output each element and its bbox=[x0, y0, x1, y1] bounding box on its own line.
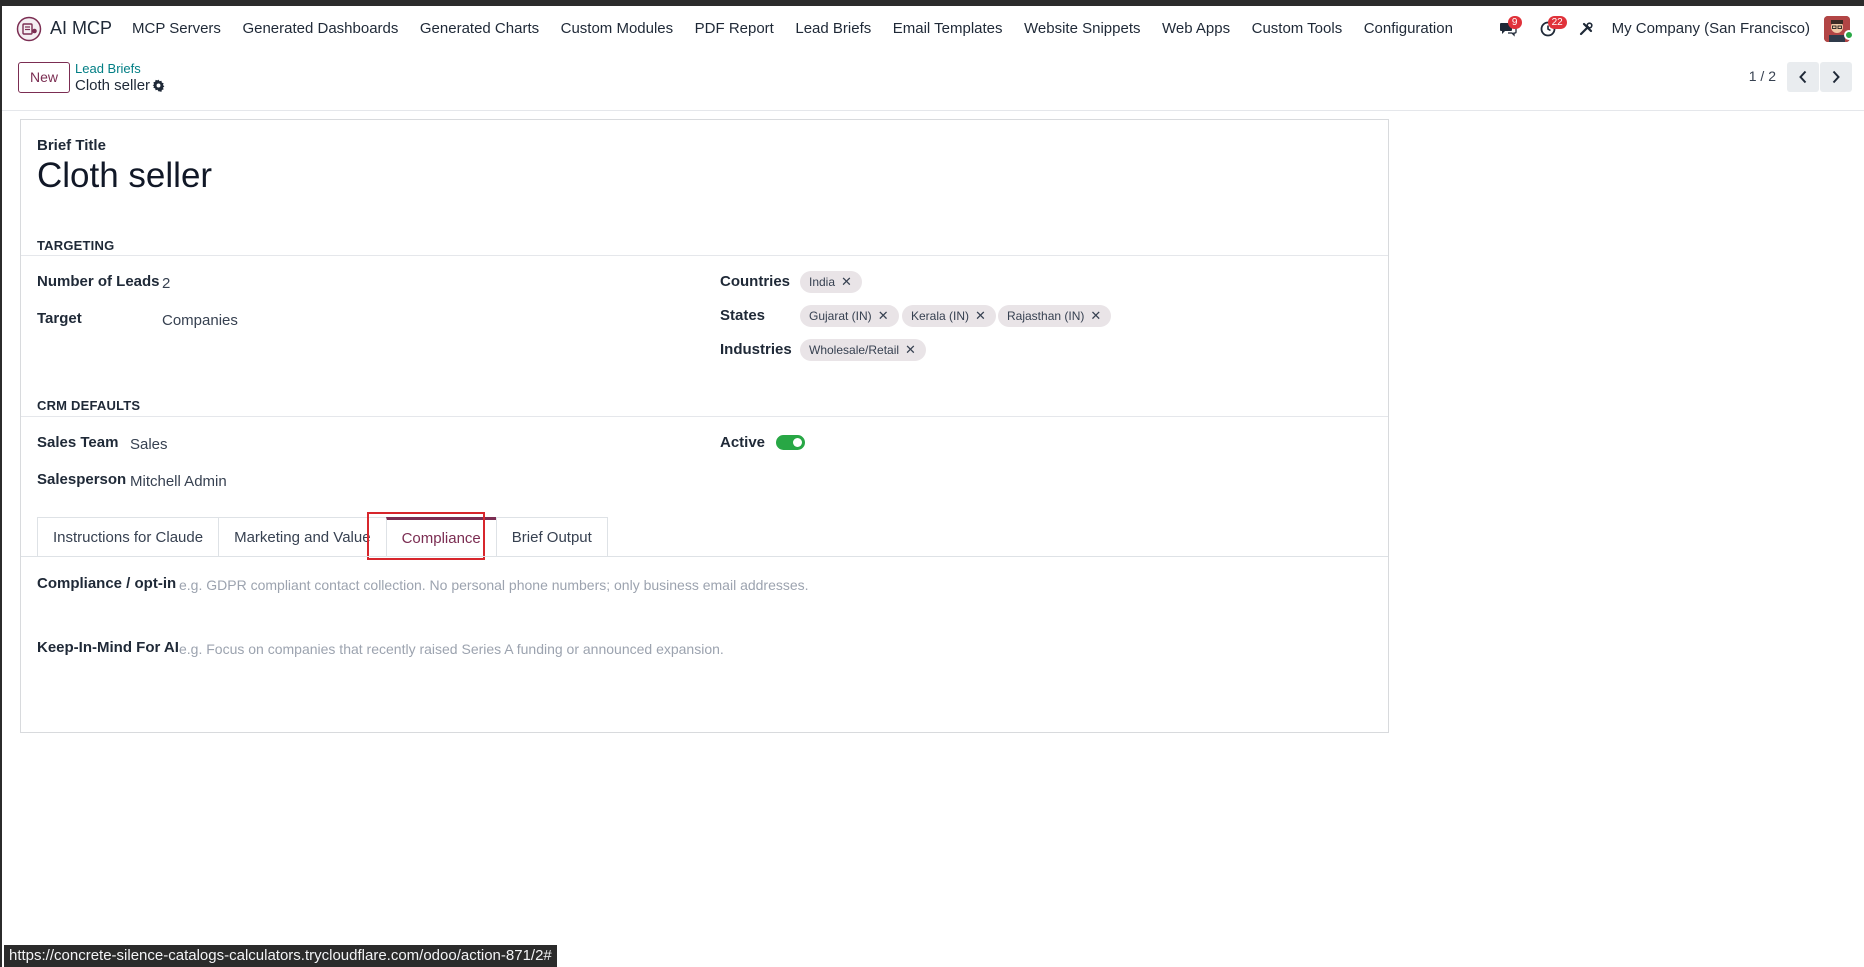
salesperson-label: Salesperson bbox=[37, 471, 127, 488]
industry-tag-wholesale-retail[interactable]: Wholesale/Retail ✕ bbox=[800, 339, 926, 361]
menu-generated-dashboards[interactable]: Generated Dashboards bbox=[242, 20, 398, 37]
chevron-left-icon bbox=[1799, 70, 1807, 84]
salesperson-select[interactable]: Mitchell Admin bbox=[130, 473, 227, 490]
crm-defaults-divider bbox=[21, 416, 1388, 417]
notebook-tabs: Instructions for Claude Marketing and Va… bbox=[37, 517, 608, 557]
status-bar-url: https://concrete-silence-catalogs-calcul… bbox=[4, 945, 557, 967]
activities-count-badge: 22 bbox=[1547, 15, 1567, 29]
menu-web-apps[interactable]: Web Apps bbox=[1162, 20, 1230, 37]
brief-title-input[interactable]: Cloth seller bbox=[37, 156, 212, 196]
control-panel: New Lead Briefs Cloth seller 1 / 2 bbox=[2, 51, 1864, 111]
target-label: Target bbox=[37, 310, 82, 327]
keep-in-mind-label: Keep-In-Mind For AI bbox=[37, 639, 179, 656]
menu-lead-briefs[interactable]: Lead Briefs bbox=[795, 20, 871, 37]
activity-clock-icon[interactable]: 22 bbox=[1534, 15, 1567, 43]
menu-website-snippets[interactable]: Website Snippets bbox=[1024, 20, 1140, 37]
tools-icon[interactable] bbox=[1572, 15, 1600, 43]
breadcrumb-parent-link[interactable]: Lead Briefs bbox=[75, 61, 141, 76]
number-of-leads-input[interactable]: 2 bbox=[162, 275, 170, 292]
tag-label: Wholesale/Retail bbox=[809, 343, 900, 357]
compliance-tab-highlight-box bbox=[367, 512, 485, 560]
active-toggle[interactable] bbox=[776, 435, 805, 450]
state-tag-kerala[interactable]: Kerala (IN) ✕ bbox=[902, 305, 996, 327]
compliance-optin-label: Compliance / opt-in bbox=[37, 575, 177, 592]
industries-label: Industries bbox=[720, 341, 792, 358]
menu-mcp-servers[interactable]: MCP Servers bbox=[132, 20, 221, 37]
pager-value[interactable]: 1 / 2 bbox=[1749, 68, 1776, 84]
pager-previous-button[interactable] bbox=[1787, 62, 1819, 92]
menu-custom-modules[interactable]: Custom Modules bbox=[561, 20, 674, 37]
tag-label: Rajasthan (IN) bbox=[1007, 309, 1085, 323]
target-select[interactable]: Companies bbox=[162, 312, 238, 329]
app-name[interactable]: AI MCP bbox=[50, 18, 112, 39]
targeting-section-title: TARGETING bbox=[37, 238, 115, 253]
breadcrumb-current: Cloth seller bbox=[75, 77, 151, 94]
gear-icon[interactable] bbox=[152, 79, 165, 96]
crm-defaults-section-title: CRM DEFAULTS bbox=[37, 398, 141, 413]
remove-tag-icon[interactable]: ✕ bbox=[905, 342, 916, 358]
main-navbar: AI MCP MCP Servers Generated Dashboards … bbox=[2, 6, 1864, 51]
number-of-leads-label: Number of Leads bbox=[37, 273, 160, 290]
tab-marketing-and-value[interactable]: Marketing and Value bbox=[218, 517, 387, 557]
compliance-optin-field[interactable]: e.g. GDPR compliant contact collection. … bbox=[179, 577, 809, 593]
messages-icon[interactable]: 9 bbox=[1494, 15, 1522, 43]
targeting-divider bbox=[21, 255, 1388, 256]
remove-tag-icon[interactable]: ✕ bbox=[841, 274, 852, 290]
menu-email-templates[interactable]: Email Templates bbox=[893, 20, 1003, 37]
tag-label: Gujarat (IN) bbox=[809, 309, 872, 323]
active-label: Active bbox=[720, 434, 766, 451]
form-sheet: Brief Title Cloth seller TARGETING Numbe… bbox=[20, 119, 1389, 733]
toggle-knob bbox=[793, 438, 802, 447]
country-tag-india[interactable]: India ✕ bbox=[800, 271, 862, 293]
pager-next-button[interactable] bbox=[1820, 62, 1852, 92]
company-switcher[interactable]: My Company (San Francisco) bbox=[1612, 20, 1810, 37]
state-tag-gujarat[interactable]: Gujarat (IN) ✕ bbox=[800, 305, 899, 327]
tag-label: Kerala (IN) bbox=[911, 309, 970, 323]
sales-team-select[interactable]: Sales bbox=[130, 436, 168, 453]
new-button[interactable]: New bbox=[18, 62, 71, 93]
remove-tag-icon[interactable]: ✕ bbox=[975, 308, 986, 324]
keep-in-mind-field[interactable]: e.g. Focus on companies that recently ra… bbox=[179, 641, 724, 657]
remove-tag-icon[interactable]: ✕ bbox=[1090, 308, 1101, 324]
menu-configuration[interactable]: Configuration bbox=[1364, 20, 1453, 37]
tabs-divider bbox=[21, 556, 1388, 557]
systray: 9 22 My Company (San Francisco) bbox=[1494, 6, 1864, 51]
menu-custom-tools[interactable]: Custom Tools bbox=[1252, 20, 1343, 37]
ai-mcp-app-icon[interactable] bbox=[16, 16, 42, 42]
sales-team-label: Sales Team bbox=[37, 434, 119, 451]
online-status-dot bbox=[1844, 30, 1854, 40]
menu-generated-charts[interactable]: Generated Charts bbox=[420, 20, 539, 37]
state-tag-rajasthan[interactable]: Rajasthan (IN) ✕ bbox=[998, 305, 1112, 327]
tab-brief-output[interactable]: Brief Output bbox=[495, 517, 608, 557]
tab-instructions-for-claude[interactable]: Instructions for Claude bbox=[37, 517, 220, 557]
chevron-right-icon bbox=[1832, 70, 1840, 84]
states-label: States bbox=[720, 307, 766, 324]
menu-pdf-report[interactable]: PDF Report bbox=[695, 20, 774, 37]
tag-label: India bbox=[809, 275, 836, 289]
brief-title-label: Brief Title bbox=[37, 137, 106, 154]
remove-tag-icon[interactable]: ✕ bbox=[878, 308, 889, 324]
messages-count-badge: 9 bbox=[1507, 15, 1522, 29]
countries-label: Countries bbox=[720, 273, 791, 290]
